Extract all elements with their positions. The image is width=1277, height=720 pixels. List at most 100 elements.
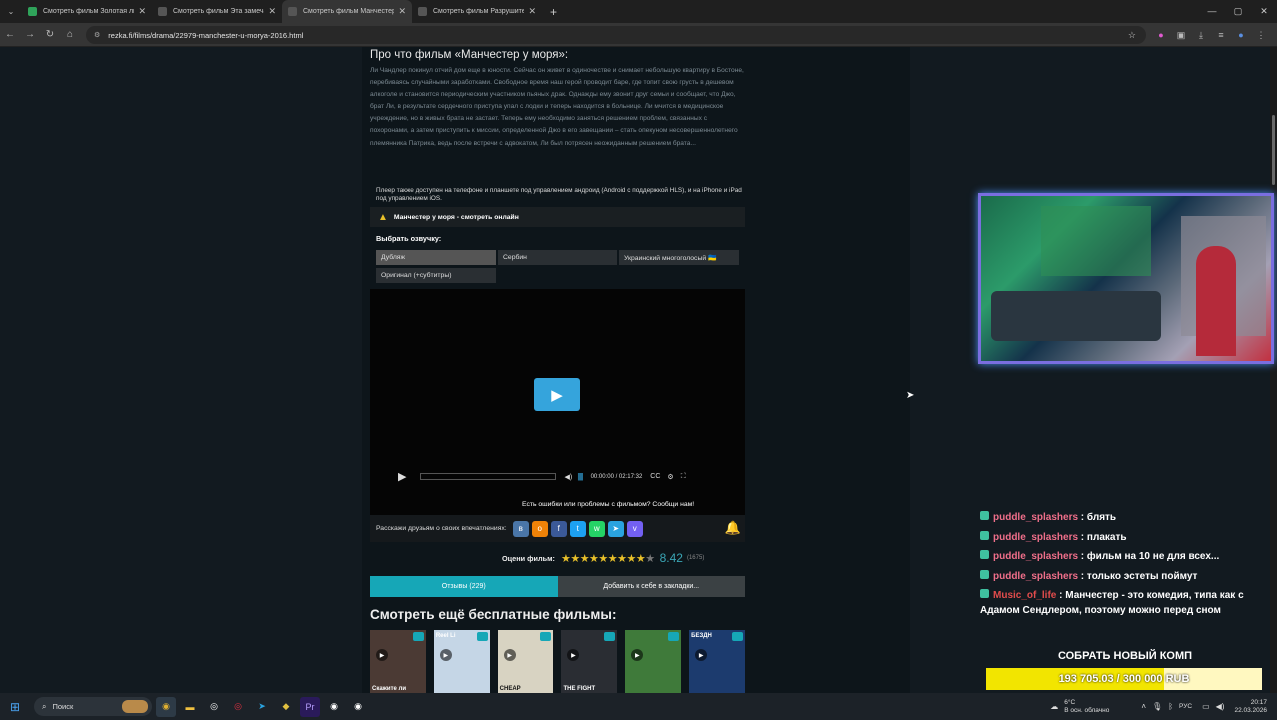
language-indicator[interactable]: РУС bbox=[1179, 703, 1192, 710]
play-icon: ▶ bbox=[376, 649, 388, 661]
whatsapp-icon[interactable]: w bbox=[588, 520, 605, 537]
tab-4[interactable]: Смотреть фильм Разрушител ✕ bbox=[412, 0, 542, 23]
play-icon[interactable]: ▶ bbox=[398, 470, 406, 483]
playlist-icon[interactable]: ≡ bbox=[1211, 30, 1231, 40]
new-tab-icon[interactable]: + bbox=[550, 5, 557, 19]
chat-username: puddle_splashers bbox=[993, 570, 1079, 582]
reload-icon[interactable]: ↻ bbox=[40, 29, 60, 40]
obs-second-icon[interactable]: ◉ bbox=[348, 697, 368, 717]
system-tray: ☁ 6°C В осн. облачно ˄ 🎙 ᛒ РУС ▭ ◀) 20:17… bbox=[1050, 693, 1267, 720]
dub-option-dubbing[interactable]: Дубляж bbox=[376, 250, 496, 265]
facebook-icon[interactable]: f bbox=[550, 520, 567, 537]
poster-5[interactable]: ▶ bbox=[625, 630, 682, 693]
extensions-puzzle-icon[interactable]: ▣ bbox=[1171, 30, 1191, 41]
fullscreen-icon[interactable]: ⛶ bbox=[681, 473, 686, 481]
url-field[interactable]: ⚙ rezka.fi/films/drama/22979-manchester-u… bbox=[86, 26, 1146, 44]
chat-badge-icon bbox=[980, 569, 989, 579]
profile-avatar-icon[interactable]: ● bbox=[1231, 30, 1251, 40]
windows-start-icon[interactable]: ⊞ bbox=[10, 700, 26, 714]
page-scrollbar[interactable] bbox=[1270, 47, 1277, 693]
close-window-icon[interactable]: ✕ bbox=[1251, 0, 1277, 23]
steam-icon[interactable]: ◎ bbox=[204, 697, 224, 717]
dub-option-serbin[interactable]: Сербин bbox=[498, 250, 617, 265]
microphone-icon[interactable]: 🎙 bbox=[1152, 702, 1162, 711]
back-icon[interactable]: ← bbox=[0, 29, 20, 40]
poster-2[interactable]: ▶ Reel Li bbox=[433, 630, 490, 693]
settings-gear-icon[interactable]: ⚙ bbox=[667, 473, 673, 481]
weather[interactable]: 6°C В осн. облачно bbox=[1064, 699, 1109, 714]
tab-add-bookmark[interactable]: Добавить к себе в закладки... bbox=[557, 576, 745, 597]
dub-option-ukrainian[interactable]: Украинский многоголосый 🇺🇦 bbox=[619, 250, 739, 265]
camera-icon bbox=[540, 632, 552, 641]
network-icon[interactable]: ▭ bbox=[1202, 702, 1210, 711]
tab-search-icon[interactable]: ⌄ bbox=[0, 7, 22, 16]
chat-badge-icon bbox=[980, 550, 989, 559]
play-icon: ▶ bbox=[503, 649, 516, 661]
poster-1[interactable]: ▶ Скажите ли bbox=[370, 630, 426, 693]
telegram-taskbar-icon[interactable]: ➤ bbox=[252, 697, 272, 717]
video-player[interactable]: ▶ ▶ ◀) ||||| 00:00:00 / 02:17:32 CC ⚙ ⛶ bbox=[370, 289, 745, 515]
chat-username: puddle_splashers bbox=[993, 551, 1079, 562]
poster-6[interactable]: ▶ БЕЗДН bbox=[689, 630, 745, 693]
download-icon[interactable]: ⤓ bbox=[1191, 30, 1211, 41]
volume-slider[interactable]: ||||| bbox=[577, 472, 583, 481]
tab-reviews[interactable]: Отзывы (229) bbox=[370, 576, 558, 597]
sheets-icon bbox=[28, 7, 37, 16]
bluetooth-icon[interactable]: ᛒ bbox=[1168, 702, 1173, 711]
watch-title-bar: ▲ Манчестер у моря - смотреть онлайн bbox=[370, 207, 745, 227]
speaker-icon[interactable]: ◀) bbox=[1216, 702, 1225, 711]
twitter-icon[interactable]: t bbox=[569, 520, 586, 537]
bookmark-star-icon[interactable]: ☆ bbox=[1128, 30, 1136, 41]
rating-stars[interactable]: ★★★★★★★★★★ bbox=[561, 552, 655, 565]
premiere-icon[interactable]: Pr bbox=[300, 696, 320, 717]
app-icon[interactable]: ◆ bbox=[276, 697, 296, 717]
mouse-cursor-icon: ➤ bbox=[906, 390, 915, 401]
viber-icon[interactable]: v bbox=[626, 520, 643, 537]
camera-icon bbox=[731, 632, 743, 641]
close-icon[interactable]: ✕ bbox=[138, 6, 146, 17]
dub-option-original[interactable]: Оригинал (+субтитры) bbox=[376, 268, 496, 283]
home-icon[interactable]: ⌂ bbox=[60, 29, 80, 40]
minimize-icon[interactable]: — bbox=[1199, 0, 1225, 23]
tab-title: Смотреть фильм Разрушител bbox=[433, 8, 525, 15]
volume-icon[interactable]: ◀) bbox=[564, 473, 572, 481]
rating-label: Оцени фильм: bbox=[502, 553, 555, 563]
error-report-link[interactable]: Есть ошибки или проблемы с фильмом? Сооб… bbox=[522, 501, 694, 508]
chevron-up-icon[interactable]: ˄ bbox=[1141, 702, 1146, 711]
tab-1[interactable]: Смотреть фильм Золотая лих ✕ bbox=[22, 0, 152, 23]
notification-bell-icon[interactable]: 🔔 bbox=[725, 520, 741, 536]
tab-2[interactable]: Смотреть фильм Эта замечат ✕ bbox=[152, 0, 282, 23]
close-icon[interactable]: ✕ bbox=[398, 6, 406, 17]
big-play-button[interactable]: ▶ bbox=[534, 378, 580, 411]
taskbar-search[interactable]: ⌕ Поиск bbox=[34, 697, 152, 716]
chrome-icon[interactable]: ◉ bbox=[156, 696, 176, 717]
telegram-icon[interactable]: ➤ bbox=[607, 520, 624, 537]
weather-icon: ☁ bbox=[1050, 702, 1059, 711]
chat-message: puddle_splashers : блять bbox=[980, 508, 1250, 528]
forward-icon[interactable]: → bbox=[20, 29, 40, 40]
vk-icon[interactable]: в bbox=[512, 520, 529, 537]
obs-icon[interactable]: ◉ bbox=[324, 697, 344, 717]
menu-icon[interactable]: ⋮ bbox=[1251, 30, 1271, 41]
scrollbar-thumb[interactable] bbox=[1272, 115, 1275, 185]
extension-icon[interactable]: ● bbox=[1151, 30, 1171, 40]
opera-icon[interactable]: ◎ bbox=[228, 697, 248, 717]
progress-bar[interactable] bbox=[420, 473, 557, 480]
poster-4[interactable]: ▶ THE FIGHT bbox=[561, 630, 618, 693]
webcam-overlay bbox=[978, 193, 1274, 364]
poster-caption: THE FIGHT bbox=[563, 686, 596, 692]
site-info-icon[interactable]: ⚙ bbox=[94, 31, 100, 39]
odnoklassniki-icon[interactable]: о bbox=[531, 520, 548, 537]
left-background bbox=[0, 47, 362, 693]
share-bar: Расскажи друзьям о своих впечатлениях: в… bbox=[370, 515, 745, 542]
file-explorer-icon[interactable]: ▬ bbox=[180, 697, 200, 717]
tab-3-active[interactable]: Смотреть фильм Манчестер у ✕ bbox=[282, 0, 412, 23]
captions-icon[interactable]: CC bbox=[650, 473, 660, 480]
close-icon[interactable]: ✕ bbox=[528, 6, 536, 17]
clock[interactable]: 20:17 22.03.2026 bbox=[1234, 699, 1267, 715]
close-icon[interactable]: ✕ bbox=[268, 6, 276, 17]
poster-3[interactable]: ▶ CHEAP bbox=[497, 630, 554, 693]
maximize-icon[interactable]: ▢ bbox=[1225, 0, 1251, 23]
clock-date: 22.03.2026 bbox=[1234, 706, 1267, 714]
chat-text: фильм на 10 не для всех... bbox=[1086, 551, 1220, 562]
